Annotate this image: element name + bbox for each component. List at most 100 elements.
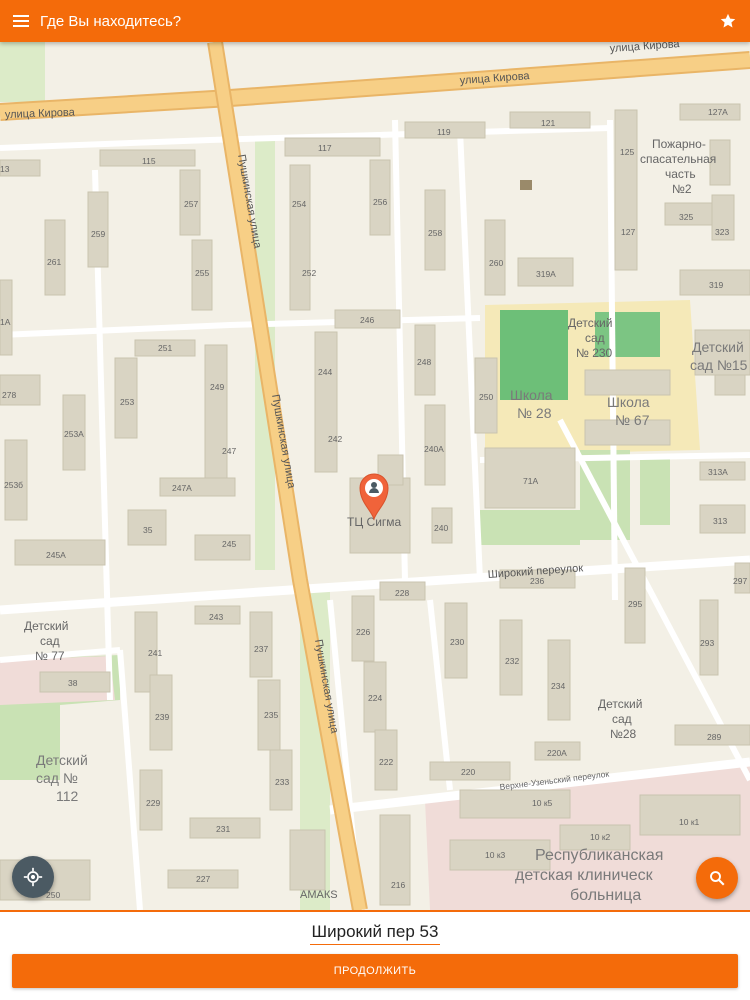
building-number: 13 xyxy=(0,164,10,174)
building-number: 319 xyxy=(709,280,723,290)
building-number: 253А xyxy=(64,429,84,439)
poi-label-amaks: АМАКS xyxy=(300,889,338,901)
building-number: 216 xyxy=(391,880,405,890)
poi-label-hospital: Республиканская xyxy=(535,847,663,864)
building-number: 35 xyxy=(143,525,153,535)
building-number: 243 xyxy=(209,612,223,622)
building-number: 117 xyxy=(318,143,332,153)
app-bar: Где Вы находитесь? xyxy=(0,0,750,42)
building-number: 293 xyxy=(700,638,714,648)
building-number: 253 xyxy=(120,397,134,407)
building-number: 245А xyxy=(46,550,66,560)
poi-label-hospital: детская клиническ xyxy=(515,867,654,884)
poi-label-kindergarten-15: Детский xyxy=(692,339,744,355)
building-number: 127А xyxy=(708,107,728,117)
building-number: 220А xyxy=(547,748,567,758)
building-number: 297 xyxy=(733,576,747,586)
map-canvas[interactable]: улица Кирова улица Кирова улица Кирова П… xyxy=(0,42,750,910)
star-icon xyxy=(720,13,736,28)
poi-label-kindergarten-77: Детский xyxy=(24,619,68,633)
poi-label-school-28: № 28 xyxy=(517,405,552,421)
search-button[interactable] xyxy=(696,857,738,899)
building-number: 261 xyxy=(47,257,61,267)
building-number: 260 xyxy=(489,258,503,268)
menu-icon xyxy=(13,15,29,27)
favorite-button[interactable] xyxy=(718,11,738,31)
building-number: 230 xyxy=(450,637,464,647)
page-title: Где Вы находитесь? xyxy=(40,12,182,30)
building-number: 220 xyxy=(461,767,475,777)
poi-label-kindergarten-77: сад xyxy=(40,634,60,648)
building-number: 240А xyxy=(424,444,444,454)
building-number: 233 xyxy=(275,777,289,787)
poi-label-kindergarten-230: сад xyxy=(585,331,605,345)
building-number: 222 xyxy=(379,757,393,767)
building-number: 254 xyxy=(292,199,306,209)
building-number: 10 к5 xyxy=(532,798,553,808)
poi-label-hospital: больница xyxy=(570,887,641,904)
my-location-button[interactable] xyxy=(12,856,54,898)
poi-label-kindergarten-230: № 230 xyxy=(576,346,613,360)
map-view[interactable]: улица Кирова улица Кирова улица Кирова П… xyxy=(0,42,750,910)
building-number: 289 xyxy=(707,732,721,742)
building-number: 115 xyxy=(142,156,156,166)
building-number: 229 xyxy=(146,798,160,808)
poi-label-kindergarten-15: сад №15 xyxy=(690,357,748,373)
building-number: 121 xyxy=(541,118,555,128)
building-number: 256 xyxy=(373,197,387,207)
poi-label-kindergarten-28: сад xyxy=(612,712,632,726)
building-number: 253б xyxy=(4,480,23,490)
building-number: 234 xyxy=(551,681,565,691)
building-number: 1А xyxy=(0,317,11,327)
person-icon xyxy=(371,482,377,488)
building-number: 247 xyxy=(222,446,236,456)
continue-button[interactable]: ПРОДОЛЖИТЬ xyxy=(12,954,738,988)
building-number: 235 xyxy=(264,710,278,720)
address-text[interactable]: Широкий пер 53 xyxy=(309,922,441,945)
building-number: 236 xyxy=(530,576,544,586)
building-number: 247А xyxy=(172,483,192,493)
park-area xyxy=(480,510,580,545)
building-number: 325 xyxy=(679,212,693,222)
building-number: 248 xyxy=(417,357,431,367)
building-number: 255 xyxy=(195,268,209,278)
building-number: 228 xyxy=(395,588,409,598)
building-number: 237 xyxy=(254,644,268,654)
building-number: 295 xyxy=(628,599,642,609)
search-icon xyxy=(710,871,725,886)
building-number: 240 xyxy=(434,523,448,533)
poi-label-kindergarten-230: Детский xyxy=(568,316,612,330)
building-number: 245 xyxy=(222,539,236,549)
building-number: 246 xyxy=(360,315,374,325)
building-number: 278 xyxy=(2,390,16,400)
building-number: 232 xyxy=(505,656,519,666)
building-number: 257 xyxy=(184,199,198,209)
poi-label-kindergarten-77: № 77 xyxy=(35,649,65,663)
poi-label-kindergarten-28: Детский xyxy=(598,697,642,711)
building-number: 244 xyxy=(318,367,332,377)
street-label-kirova: улица Кирова xyxy=(5,107,76,121)
poi-label-kindergarten-112: 112 xyxy=(56,788,79,804)
building-number: 313А xyxy=(708,467,728,477)
building-number: 10 к1 xyxy=(679,817,700,827)
building-number: 249 xyxy=(210,382,224,392)
crosshair-location-icon xyxy=(23,867,43,887)
building-number: 241 xyxy=(148,648,162,658)
poi-label-school-28: Школа xyxy=(510,387,553,403)
building-number: 127 xyxy=(621,227,635,237)
poi-label-kindergarten-112: Детский xyxy=(36,752,88,768)
building-number: 231 xyxy=(216,824,230,834)
building-number: 319А xyxy=(536,269,556,279)
building-number: 227 xyxy=(196,874,210,884)
poi-label: спасательная xyxy=(640,152,716,166)
building-number: 239 xyxy=(155,712,169,722)
menu-button[interactable] xyxy=(0,0,42,42)
building-number: 258 xyxy=(428,228,442,238)
park-area xyxy=(0,42,45,102)
poi-label: часть xyxy=(665,167,696,181)
building-number: 242 xyxy=(328,434,342,444)
building-number: 259 xyxy=(91,229,105,239)
park-area xyxy=(580,450,630,540)
poi-label-school-67: Школа xyxy=(607,394,650,410)
building-number: 119 xyxy=(437,127,451,137)
